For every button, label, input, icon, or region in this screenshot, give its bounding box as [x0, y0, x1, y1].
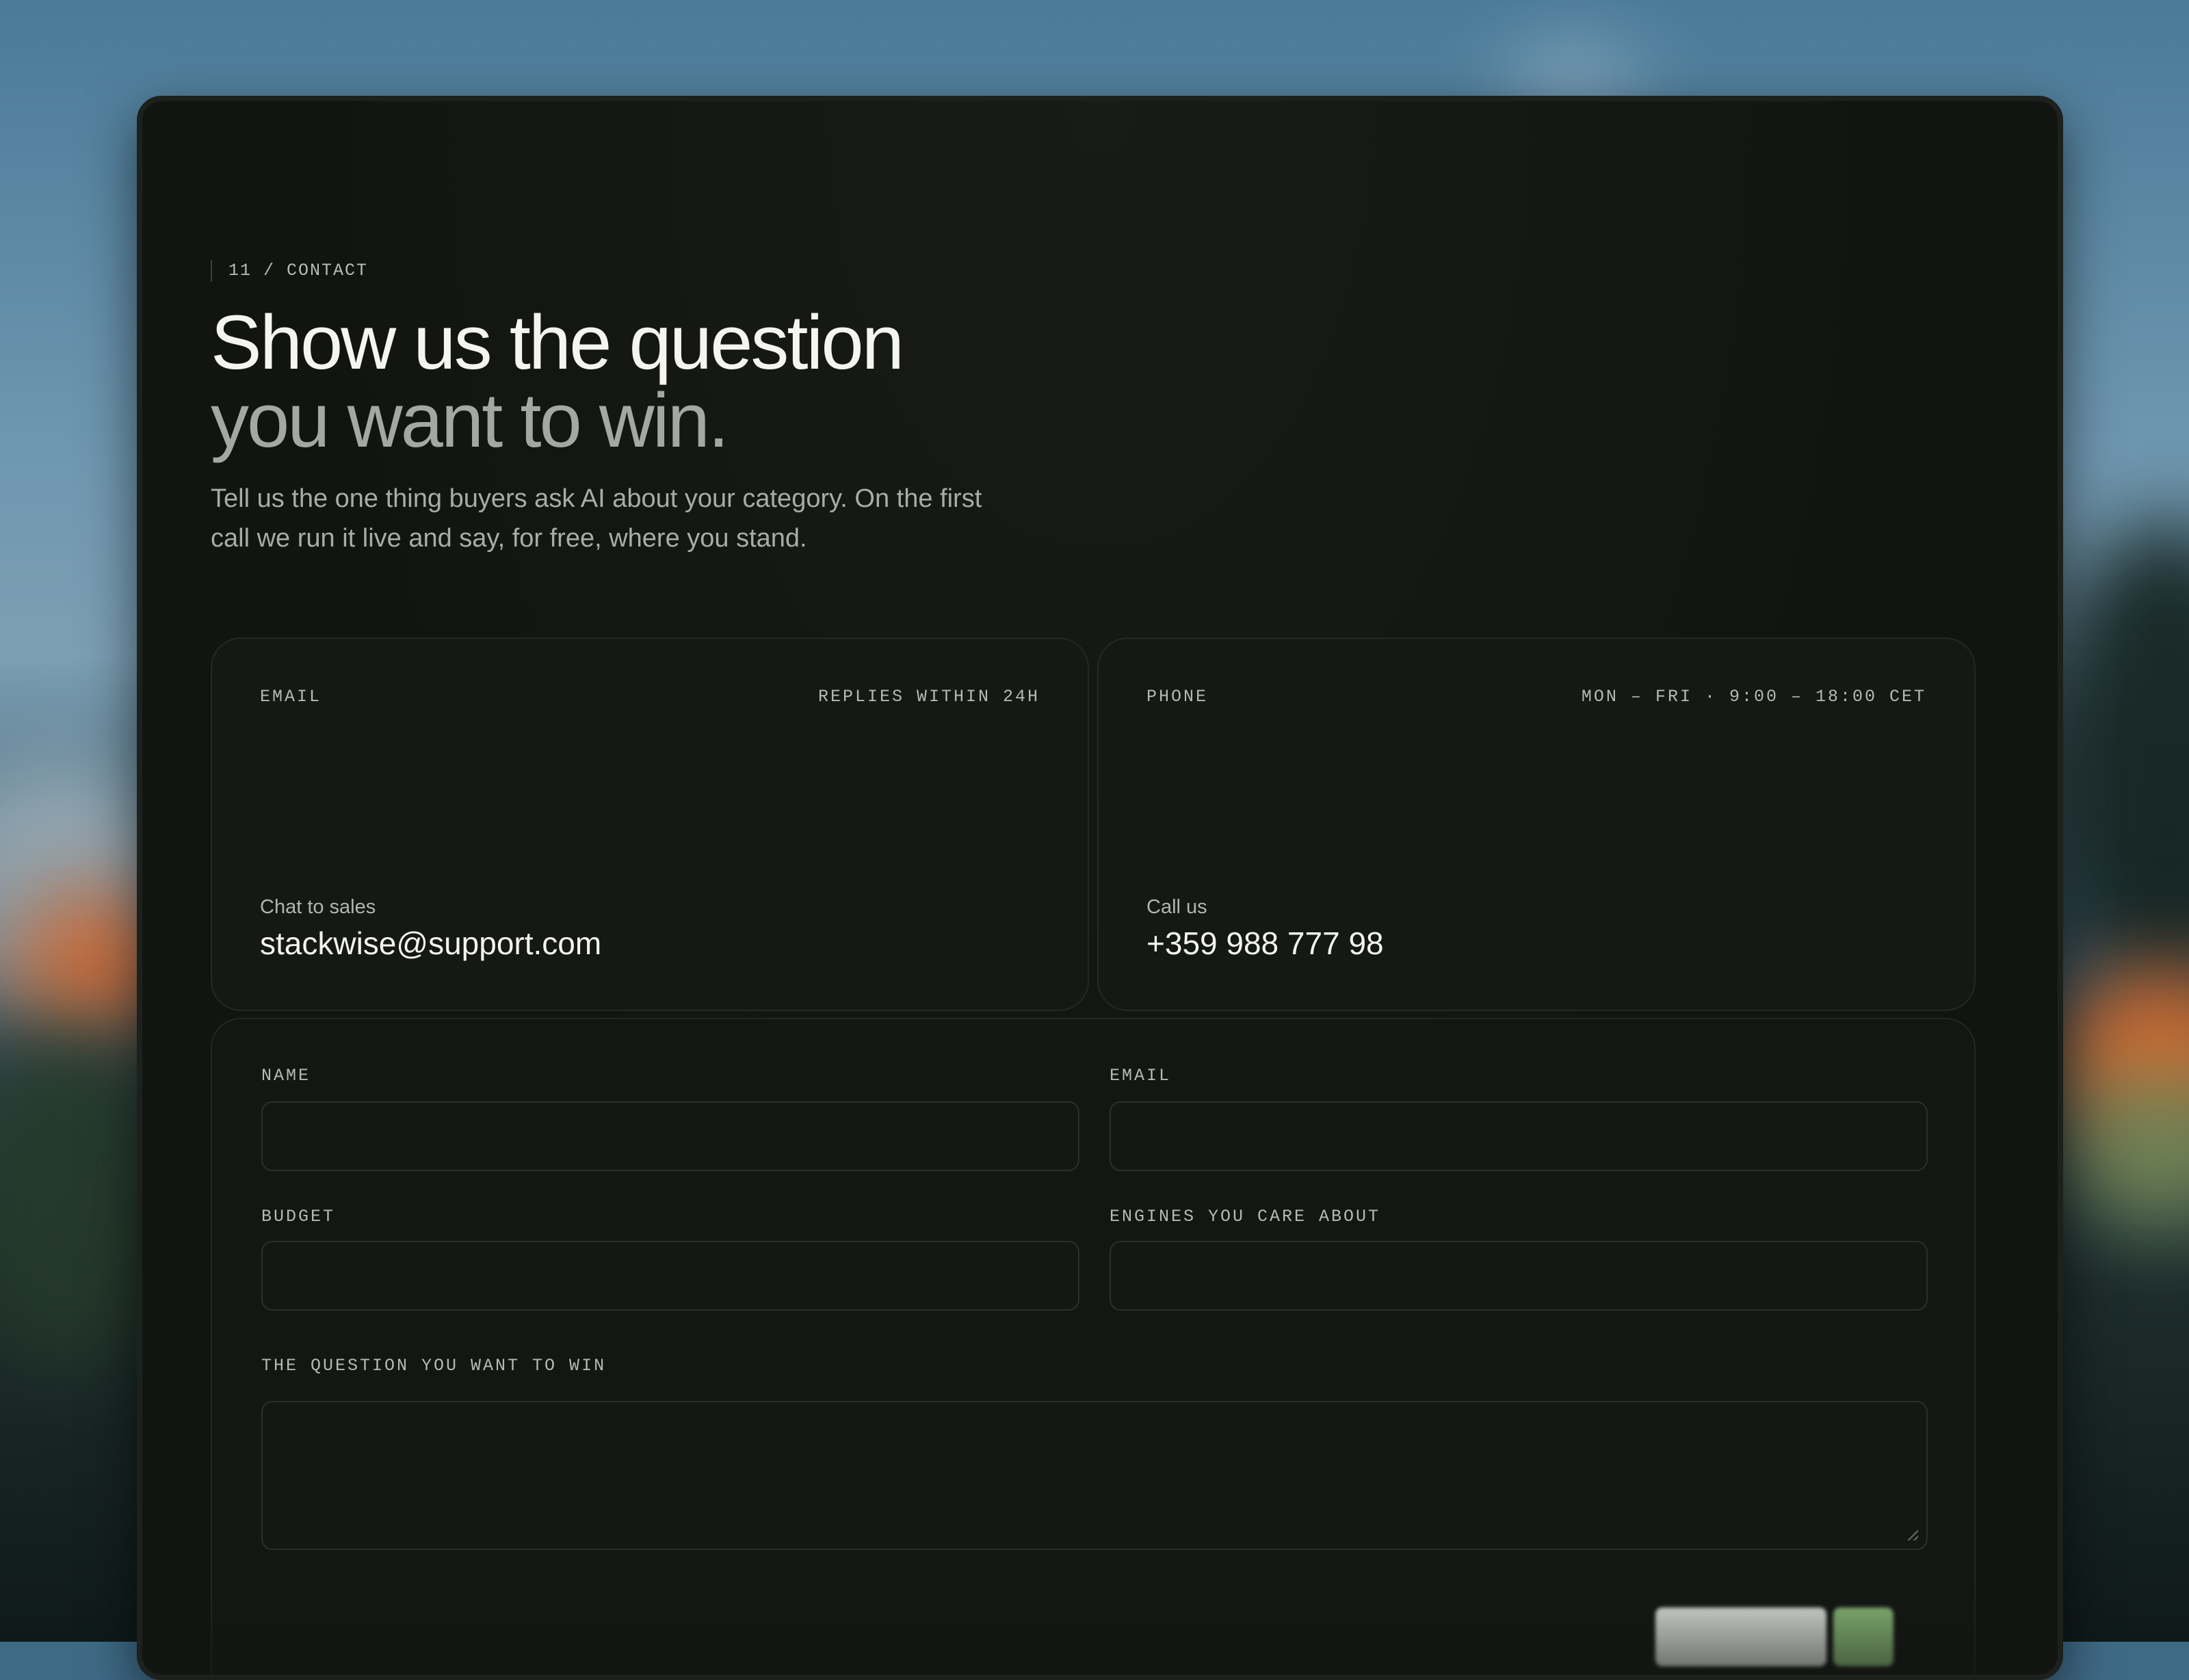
- budget-field-box: [261, 1241, 1079, 1311]
- email-card-caption: Chat to sales: [260, 896, 376, 918]
- email-label: EMAIL: [1110, 1066, 1172, 1086]
- contact-form: NAME EMAIL BUDGET ENGINES YOU CARE ABOUT…: [211, 1018, 1976, 1675]
- name-field-box: [261, 1101, 1079, 1171]
- page-title: Show us the question you want to win.: [211, 300, 904, 463]
- email-card-tag: EMAIL: [260, 687, 322, 707]
- phone-contact-card: PHONE MON – FRI · 9:00 – 18:00 CET Call …: [1097, 638, 1976, 1011]
- question-textarea[interactable]: [263, 1402, 1926, 1549]
- phone-card-caption: Call us: [1146, 896, 1207, 918]
- budget-label: BUDGET: [261, 1207, 336, 1226]
- name-label: NAME: [261, 1066, 311, 1086]
- email-contact-card: EMAIL REPLIES WITHIN 24H Chat to sales s…: [211, 638, 1089, 1011]
- resize-handle-icon[interactable]: [1906, 1528, 1918, 1540]
- email-field-box: [1110, 1101, 1928, 1171]
- intro-paragraph: Tell us the one thing buyers ask AI abou…: [211, 484, 982, 553]
- question-field-box: [261, 1401, 1928, 1550]
- phone-hours: MON – FRI · 9:00 – 18:00 CET: [1581, 687, 1926, 707]
- submit-arrow-icon[interactable]: [1833, 1607, 1893, 1666]
- sales-email-link[interactable]: stackwise@support.com: [260, 925, 601, 962]
- sales-phone-link[interactable]: +359 988 777 98: [1146, 925, 1384, 962]
- phone-card-tag: PHONE: [1146, 687, 1209, 707]
- section-eyebrow: 11 / CONTACT: [211, 260, 368, 282]
- email-input[interactable]: [1111, 1103, 1926, 1170]
- page-title-line-2: you want to win.: [211, 378, 729, 463]
- contact-window: 11 / CONTACT Show us the question you wa…: [137, 96, 2063, 1680]
- submit-button[interactable]: [1655, 1607, 1826, 1666]
- engines-label: ENGINES YOU CARE ABOUT: [1110, 1207, 1381, 1226]
- budget-input[interactable]: [263, 1242, 1078, 1309]
- email-reply-time: REPLIES WITHIN 24H: [817, 687, 1040, 707]
- engines-input[interactable]: [1111, 1242, 1926, 1309]
- page-title-line-1: Show us the question: [211, 300, 904, 385]
- engines-field-box: [1110, 1241, 1928, 1311]
- question-label: THE QUESTION YOU WANT TO WIN: [261, 1356, 607, 1376]
- name-input[interactable]: [263, 1103, 1078, 1170]
